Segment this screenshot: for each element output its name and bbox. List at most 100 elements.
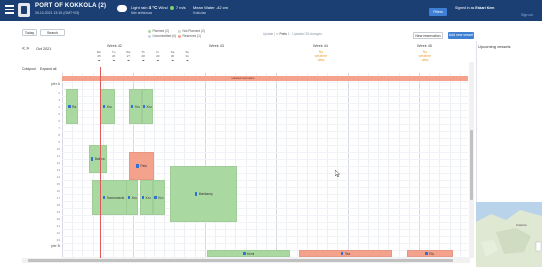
week-label: Week 44: [313, 44, 328, 48]
row-number: 18: [56, 203, 60, 207]
today-button[interactable]: Today: [22, 29, 37, 36]
berth-labels: pier A 2 3 4 5 6 7 8 9 10 11 12 13 14 15 16 17 18 19 20 21 22…: [20, 73, 62, 259]
grid-row-line: [62, 131, 468, 132]
berth-group-label[interactable]: pier B: [20, 244, 60, 248]
horizontal-scrollbar-thumb[interactable]: [28, 259, 453, 262]
weather-condition: Light rain: [131, 5, 148, 10]
weather-day-icon: ☁: [171, 58, 174, 62]
row-number: 2: [58, 91, 60, 95]
vessel-booking[interactable]: Ra: [66, 89, 79, 124]
ports-status: 1 - Updated 28 changes: [287, 32, 322, 36]
grid-row-line: [62, 173, 468, 174]
vessel-booking[interactable]: Marikamp: [170, 166, 238, 222]
legend-uncommitted[interactable]: Uncommitted (0): [148, 34, 176, 38]
ice-line: data: [421, 58, 429, 62]
weather-day-icon: ☁: [185, 58, 189, 62]
grid-row-line: [62, 159, 468, 160]
reserved-dot-icon: [178, 34, 181, 38]
add-vessel-button[interactable]: Add new vessel: [448, 32, 474, 39]
ship-icon: [68, 104, 71, 109]
upcoming-vessels-title: Upcoming vessels: [478, 44, 511, 49]
vessel-booking[interactable]: Tea: [298, 250, 393, 257]
vessel-booking[interactable]: Kemi: [206, 250, 291, 257]
weather-data-label: No weather data: [306, 50, 336, 62]
harbor-map[interactable]: Kokkola: [476, 202, 542, 267]
row-number: 11: [56, 154, 60, 158]
ship-icon: [340, 251, 344, 256]
filters-button[interactable]: Filters: [429, 8, 447, 16]
row-number: 12: [56, 161, 60, 165]
booking-label: Tea: [344, 251, 351, 256]
update-label[interactable]: Update: [263, 32, 273, 36]
ship-icon: [154, 195, 157, 200]
cloud-icon: [117, 5, 127, 12]
ship-icon: [102, 104, 106, 109]
weather-day-icon: ☁: [126, 58, 130, 62]
vessel-booking[interactable]: Kru: [99, 89, 116, 124]
new-reservation-button[interactable]: New reservation: [413, 32, 443, 39]
vessel-booking[interactable]: Kru: [129, 89, 142, 124]
row-number: 7: [58, 126, 60, 130]
month-selector[interactable]: Oct 2021: [36, 47, 51, 51]
row-number: 9: [58, 140, 60, 144]
ports-label[interactable]: Ports: [279, 32, 286, 36]
grid-row-line: [62, 222, 468, 223]
legend-not-planned[interactable]: Not Planned (2): [178, 29, 205, 33]
expand-all-button[interactable]: Expand all: [40, 67, 56, 71]
weather-subtext[interactable]: Näe arkistossa: [131, 11, 152, 15]
booking-label: Pala: [140, 164, 147, 168]
vessel-booking[interactable]: Baltica: [88, 145, 107, 173]
berth-group-label[interactable]: pier A: [20, 82, 60, 86]
vessel-booking[interactable]: Kru: [139, 180, 153, 215]
grid-row-line: [62, 103, 468, 104]
calendar-nav[interactable]: < >: [22, 46, 29, 52]
vessel-booking[interactable]: Kru: [126, 180, 139, 215]
search-button[interactable]: Search: [40, 29, 65, 36]
vertical-scrollbar-thumb[interactable]: [470, 130, 473, 200]
schedule-grid[interactable]: Ra Kru Kru Kru Baltica Pala Sommarsvik Kru Kru Kr…: [62, 73, 468, 259]
menu-icon[interactable]: [5, 5, 14, 14]
weather-temperature: 4 °C: [148, 5, 158, 10]
booking-label: Kru: [158, 195, 164, 200]
weather-summary: Light rain 4 °C Wind 7 m/s: [131, 5, 186, 10]
not-planned-dot-icon: [178, 29, 181, 33]
grid-row-line: [62, 215, 468, 216]
vessel-booking[interactable]: Kru: [141, 89, 153, 124]
row-number: 23: [56, 238, 60, 242]
row-number: 16: [56, 189, 60, 193]
vessel-booking[interactable]: Pala: [129, 152, 154, 180]
row-number: 13: [56, 168, 60, 172]
booking-label: Ra: [72, 104, 77, 109]
reservation-banner[interactable]: [62, 76, 468, 81]
weather-day-icon: ☁: [97, 58, 101, 62]
uncommitted-dot-icon: [148, 34, 151, 38]
berth-header[interactable]: Coldpool: [22, 67, 36, 71]
map-svg: Kokkola: [476, 210, 542, 267]
port-datetime: 26.10.2021 13:15 (GMT+03): [35, 11, 80, 15]
vessel-booking[interactable]: Rio: [406, 250, 453, 257]
booking-label: Sommarsvik: [106, 195, 125, 200]
legend-label: Not Planned (2): [182, 29, 205, 33]
planned-dot-icon: [148, 29, 151, 33]
sign-out-link[interactable]: Sign out: [521, 13, 533, 17]
grid-row-line: [62, 124, 468, 125]
signed-in-user: Eskari Kem: [475, 6, 495, 10]
grid-row-line: [62, 96, 468, 97]
grid-row-line: [62, 243, 468, 244]
update-status: Update | ⟳ Ports 1 - Updated 28 changes: [263, 32, 322, 36]
booking-label: Kemi: [247, 251, 255, 256]
zoom-control-icon[interactable]: [535, 241, 542, 252]
legend-label: Planned (2): [152, 29, 169, 33]
ship-icon: [425, 251, 428, 256]
ship-icon: [136, 164, 139, 168]
port-name[interactable]: PORT OF KOKKOLA (2): [35, 3, 106, 9]
booking-label: Kru: [146, 104, 152, 109]
legend-planned[interactable]: Planned (2): [148, 29, 169, 33]
ship-icon: [130, 104, 134, 109]
legend-reserved[interactable]: Reserved (1): [178, 34, 201, 38]
port-logo: [18, 3, 30, 17]
vessel-booking[interactable]: Kru: [152, 180, 165, 215]
water-value: -42 cm: [215, 5, 228, 10]
row-number: 17: [56, 196, 60, 200]
row-number: 4: [58, 105, 60, 109]
